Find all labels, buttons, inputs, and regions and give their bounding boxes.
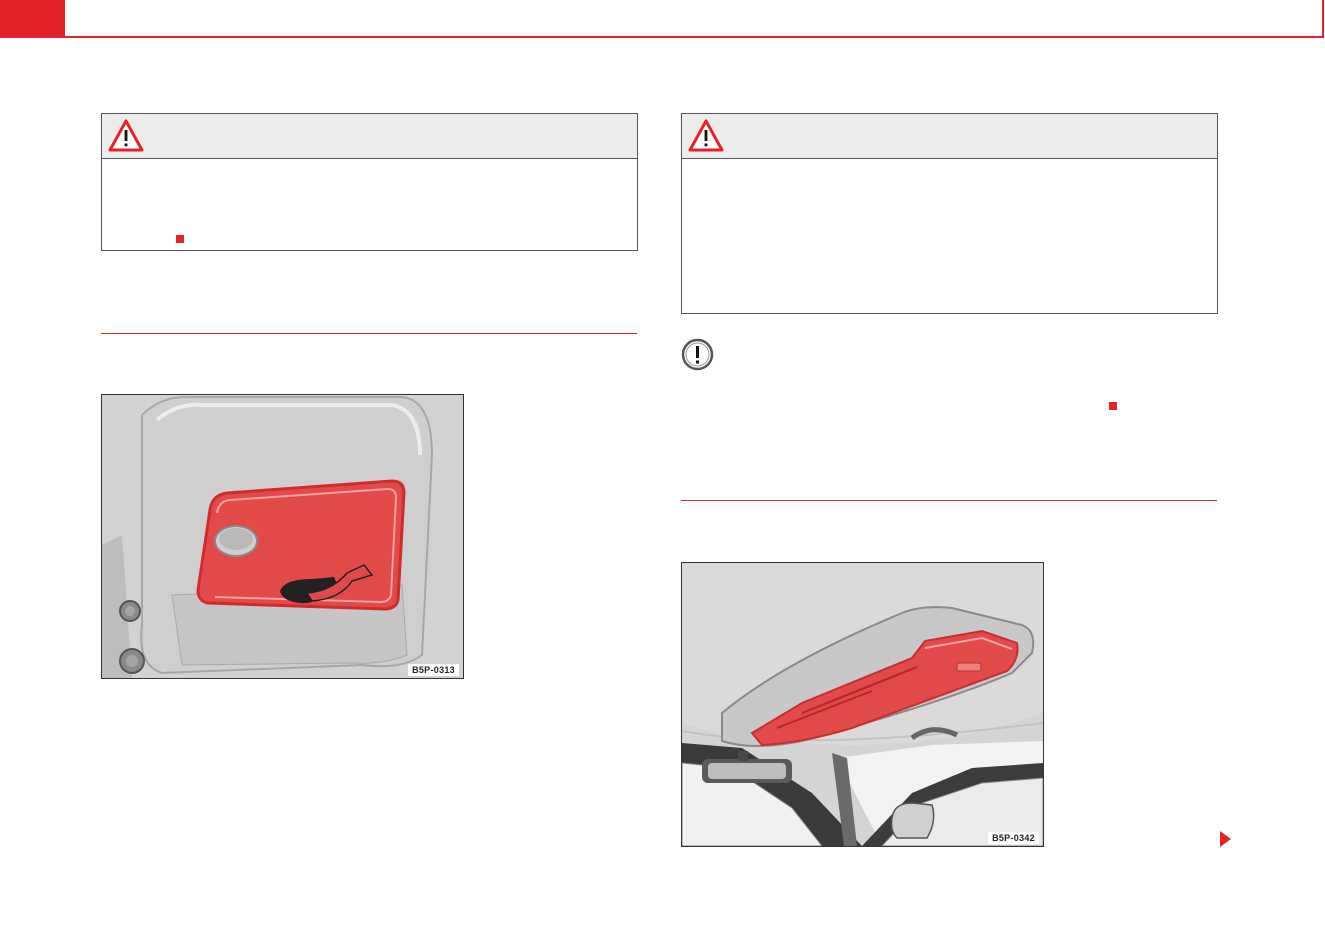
header-rule bbox=[65, 36, 1324, 38]
section-divider-left bbox=[101, 333, 637, 334]
figure-roof-console: B5P-0342 bbox=[681, 562, 1044, 847]
warning-box-left bbox=[101, 113, 638, 251]
exclamation-circle-icon bbox=[681, 338, 714, 371]
seat-back-illustration bbox=[102, 395, 463, 678]
page-number-tab bbox=[0, 0, 65, 38]
figure-code: B5P-0342 bbox=[988, 832, 1039, 844]
end-of-section-marker bbox=[1109, 402, 1117, 410]
continue-arrow-icon bbox=[1220, 831, 1231, 847]
figure-code: B5P-0313 bbox=[408, 664, 459, 676]
page-header bbox=[0, 0, 1325, 38]
header-rule-right bbox=[1322, 0, 1324, 38]
warning-triangle-icon bbox=[688, 119, 724, 152]
section-divider-right bbox=[681, 500, 1217, 501]
roof-console-illustration bbox=[682, 563, 1043, 846]
warning-box-header bbox=[102, 114, 637, 159]
warning-triangle-icon bbox=[108, 119, 144, 152]
warning-box-header bbox=[682, 114, 1217, 159]
warning-box-right bbox=[681, 113, 1218, 314]
figure-seat-back-compartment: B5P-0313 bbox=[101, 394, 464, 679]
end-of-section-marker bbox=[176, 235, 184, 243]
